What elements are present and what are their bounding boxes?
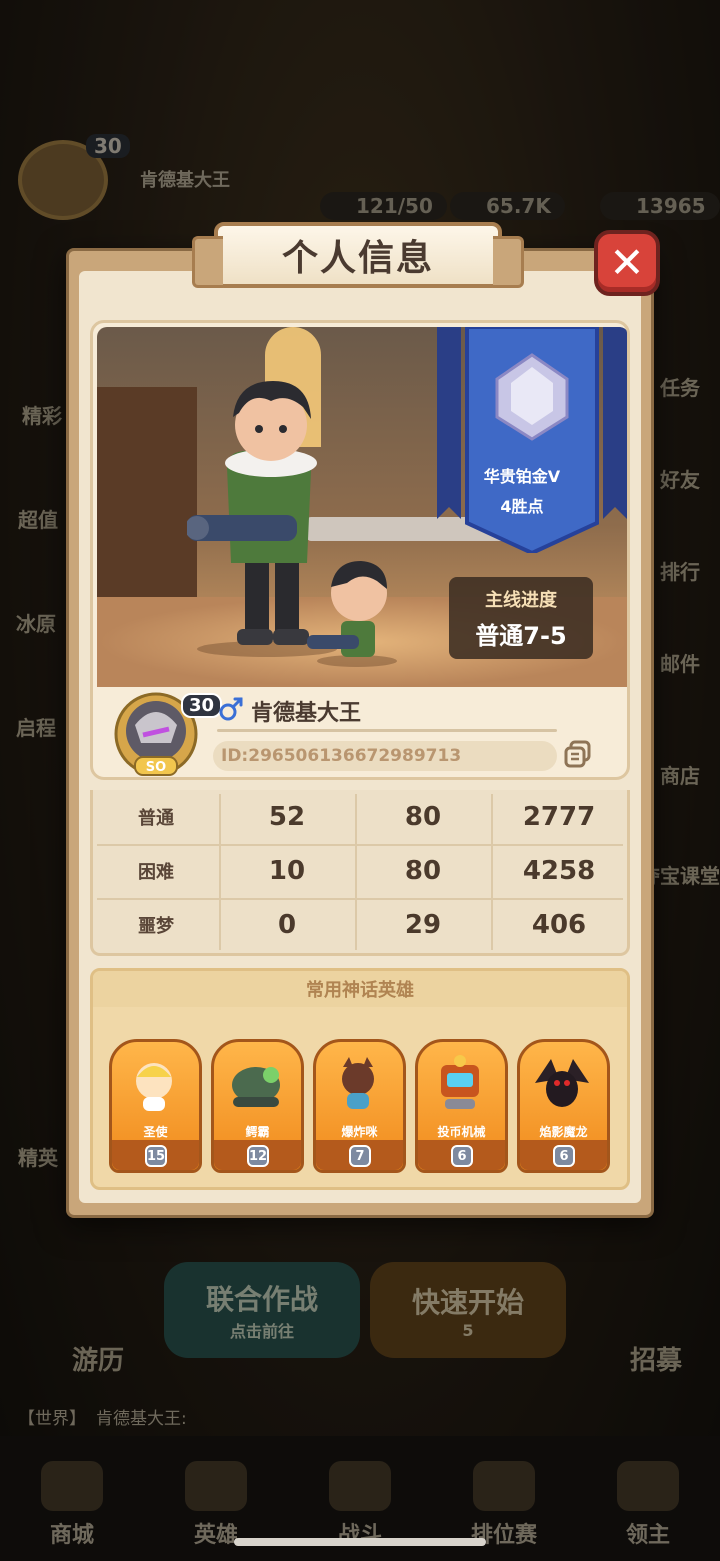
modal-title-plate: 个人信息 <box>192 222 524 288</box>
bg-nav-shop: 商城 <box>7 1461 137 1549</box>
modal-title: 个人信息 <box>281 238 434 279</box>
stats-value: 29 <box>404 910 442 940</box>
bg-side-left-1: 精彩 <box>22 404 62 428</box>
hero-level: 6 <box>553 1145 575 1167</box>
bg-side-right-1: 任务 <box>660 376 700 400</box>
rank-points: 4胜点 <box>500 497 544 516</box>
bg-resource-gold: 65.7K <box>450 192 565 220</box>
bg-nav-battle: 战斗 <box>295 1461 425 1549</box>
bg-chat-bar: 【世界】 肯德基大王: <box>10 1398 710 1434</box>
hero-card-item[interactable]: 爆炸咪 7 <box>313 1039 406 1173</box>
main-progress-box: 主线进度 普通7-5 <box>449 577 593 659</box>
male-icon <box>219 697 243 721</box>
hero-portrait <box>232 1067 280 1107</box>
bg-corner-right: 招募 <box>630 1346 683 1376</box>
stats-value: 4258 <box>522 856 596 886</box>
bg-chat-channel: 【世界】 <box>18 1408 86 1429</box>
bg-left-button: 精英 <box>18 1146 58 1170</box>
bg-nav-heroes: 英雄 <box>151 1461 281 1549</box>
scene-shelf <box>97 387 197 607</box>
hero-name: 投币机械 <box>437 1125 486 1139</box>
stats-value: 2777 <box>522 802 596 832</box>
battle-icon <box>329 1461 391 1511</box>
bg-player-name: 肯德基大王 <box>140 170 230 191</box>
hero-card-item[interactable]: 圣使 15 <box>109 1039 202 1173</box>
main-progress-value: 普通7-5 <box>475 621 567 650</box>
shop-icon <box>41 1461 103 1511</box>
common-heroes-header: 常用神话英雄 <box>93 971 627 1007</box>
hero-level: 12 <box>247 1145 269 1167</box>
rank-name: 华贵铂金V <box>483 467 561 486</box>
hero-name: 爆炸咪 <box>341 1125 378 1139</box>
stats-row-normal: 普通 52 80 2777 <box>93 790 627 844</box>
bg-coop-title: 联合作战 <box>205 1283 318 1316</box>
bg-side-left-2: 超值 <box>18 508 58 532</box>
stats-label: 困难 <box>138 862 174 883</box>
hero-portrait <box>342 1057 374 1109</box>
common-heroes-section: 常用神话英雄 圣使 15 鳄霸 12 爆炸咪 7 投币机械 6 焰影魔龙 6 <box>90 968 630 1190</box>
bg-coop-sub: 点击前往 <box>229 1322 294 1341</box>
bg-nav-lord: 领主 <box>583 1461 713 1549</box>
stats-value: 0 <box>277 910 297 940</box>
home-indicator <box>234 1538 486 1546</box>
bg-resource-gems: 13965 <box>600 192 720 220</box>
hero-card: 华贵铂金V 4胜点 主线进度 普通7-5 SO 30 肯德基大王 ID:2965… <box>90 320 630 780</box>
stats-value: 406 <box>531 910 587 940</box>
stats-value: 10 <box>268 856 306 886</box>
lord-icon <box>617 1461 679 1511</box>
player-level-badge: 30 <box>181 693 223 718</box>
stats-value: 80 <box>404 856 442 886</box>
player-name: 肯德基大王 <box>251 701 362 726</box>
bg-side-right-4: 邮件 <box>660 652 700 676</box>
stats-row-hard: 困难 10 80 4258 <box>93 844 627 898</box>
ranked-icon <box>473 1461 535 1511</box>
heroes-icon <box>185 1461 247 1511</box>
bg-coop-button: 联合作战 点击前往 <box>164 1262 360 1358</box>
avatar-rank-text: SO <box>146 760 166 775</box>
bg-side-right-5: 商店 <box>660 764 700 788</box>
hero-character-small <box>307 561 397 667</box>
bg-chat-sender: 肯德基大王: <box>96 1408 187 1429</box>
name-underline <box>217 729 557 732</box>
stats-table: 普通 52 80 2777 困难 10 80 4258 噩梦 0 29 406 <box>90 790 630 956</box>
hero-card-item[interactable]: 投币机械 6 <box>415 1039 508 1173</box>
stats-label: 普通 <box>138 808 174 829</box>
copy-icon[interactable] <box>563 739 593 769</box>
hero-card-item[interactable]: 焰影魔龙 6 <box>517 1039 610 1173</box>
bg-corner-left: 游历 <box>72 1346 125 1376</box>
hero-level: 7 <box>349 1145 371 1167</box>
bg-level-badge: 30 <box>86 134 130 158</box>
bg-side-right-2: 好友 <box>660 468 700 492</box>
stats-value: 80 <box>404 802 442 832</box>
bg-side-right-3: 排行 <box>660 560 700 584</box>
main-progress-label: 主线进度 <box>485 589 557 611</box>
stats-value: 52 <box>268 802 306 832</box>
stats-row-nightmare: 噩梦 0 29 406 <box>93 898 627 952</box>
bg-quick-start-count: 5 <box>462 1320 474 1340</box>
hero-list: 圣使 15 鳄霸 12 爆炸咪 7 投币机械 6 焰影魔龙 6 <box>109 1039 610 1173</box>
hero-scene: 华贵铂金V 4胜点 主线进度 普通7-5 <box>97 327 627 687</box>
hero-portrait <box>441 1055 479 1109</box>
hero-name: 圣使 <box>143 1125 168 1139</box>
hero-name: 焰影魔龙 <box>539 1125 588 1139</box>
rank-banner <box>437 327 627 553</box>
common-heroes-title: 常用神话英雄 <box>306 980 414 1001</box>
hero-level: 15 <box>145 1145 167 1167</box>
bg-quick-start-button: 快速开始 5 <box>370 1262 566 1358</box>
bg-side-left-3: 冰原 <box>16 612 56 636</box>
bg-side-left-4: 启程 <box>16 716 56 740</box>
hero-level: 6 <box>451 1145 473 1167</box>
bg-resource-stamina: 121/50 <box>320 192 447 220</box>
bg-nav-ranked: 排位赛 <box>439 1461 569 1549</box>
hero-portrait <box>535 1059 589 1107</box>
hero-portrait <box>136 1063 172 1111</box>
bg-quick-start-title: 快速开始 <box>411 1285 524 1319</box>
hero-card-item[interactable]: 鳄霸 12 <box>211 1039 304 1173</box>
profile-row: SO 30 肯德基大王 ID:296506136672989713 <box>93 687 627 777</box>
stats-label: 噩梦 <box>138 916 174 937</box>
close-icon: ✕ <box>609 238 645 287</box>
hero-name: 鳄霸 <box>245 1125 270 1139</box>
close-button[interactable]: ✕ <box>594 230 660 296</box>
player-id: ID:296506136672989713 <box>213 741 557 771</box>
